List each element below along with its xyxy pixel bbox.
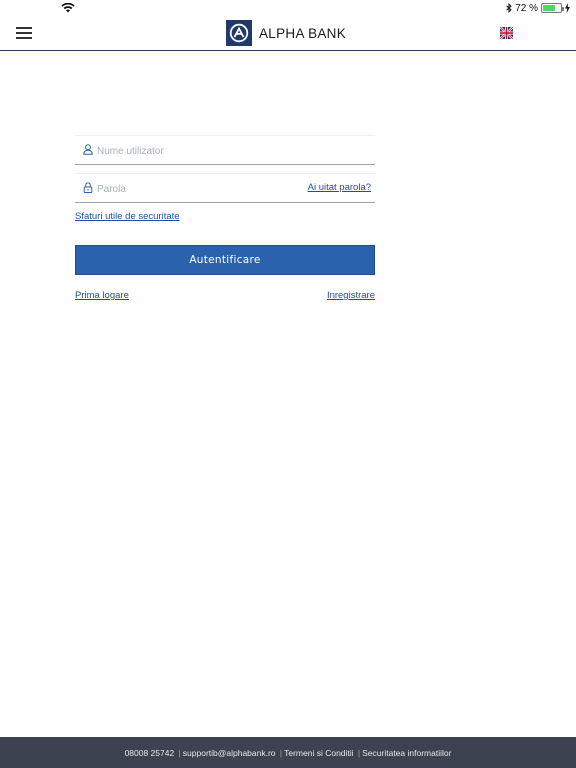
- login-button[interactable]: Autentificare: [75, 245, 375, 275]
- user-icon: [83, 144, 93, 155]
- alpha-bank-logo-icon: [226, 20, 252, 46]
- password-field: Ai uitat parola?: [75, 173, 375, 203]
- wifi-icon: [61, 3, 75, 13]
- hamburger-menu-icon[interactable]: [16, 27, 32, 40]
- username-field: [75, 135, 375, 165]
- battery-fill: [543, 5, 556, 11]
- first-login-link[interactable]: Prima logare: [75, 290, 129, 301]
- username-input[interactable]: [97, 142, 297, 160]
- footer-terms-link[interactable]: Termeni si Conditii: [284, 748, 353, 758]
- footer: 08008 25742 | supportib@alphabank.ro | T…: [0, 737, 576, 768]
- forgot-password-link[interactable]: Ai uitat parola?: [308, 182, 371, 193]
- bluetooth-icon: [506, 3, 512, 13]
- app-header: ALPHA BANK: [0, 16, 576, 51]
- footer-phone[interactable]: 08008 25742: [125, 748, 175, 758]
- status-right: 72 %: [506, 2, 570, 14]
- register-link[interactable]: Inregistrare: [327, 290, 375, 301]
- status-bar: 72 %: [0, 0, 576, 16]
- lock-icon: [83, 182, 93, 193]
- footer-security-info-link[interactable]: Securitatea informatiilor: [362, 748, 451, 758]
- footer-email[interactable]: supportib@alphabank.ro: [183, 748, 276, 758]
- battery-percentage: 72 %: [515, 2, 538, 14]
- uk-flag-icon[interactable]: [500, 27, 513, 39]
- password-input[interactable]: [97, 180, 297, 198]
- battery-icon: [541, 3, 564, 13]
- alpha-bank-logo: ALPHA BANK: [226, 20, 346, 46]
- security-tips-link[interactable]: Sfaturi utile de securitate: [75, 211, 180, 222]
- brand-name: ALPHA BANK: [259, 25, 347, 41]
- charging-bolt-icon: [565, 3, 570, 13]
